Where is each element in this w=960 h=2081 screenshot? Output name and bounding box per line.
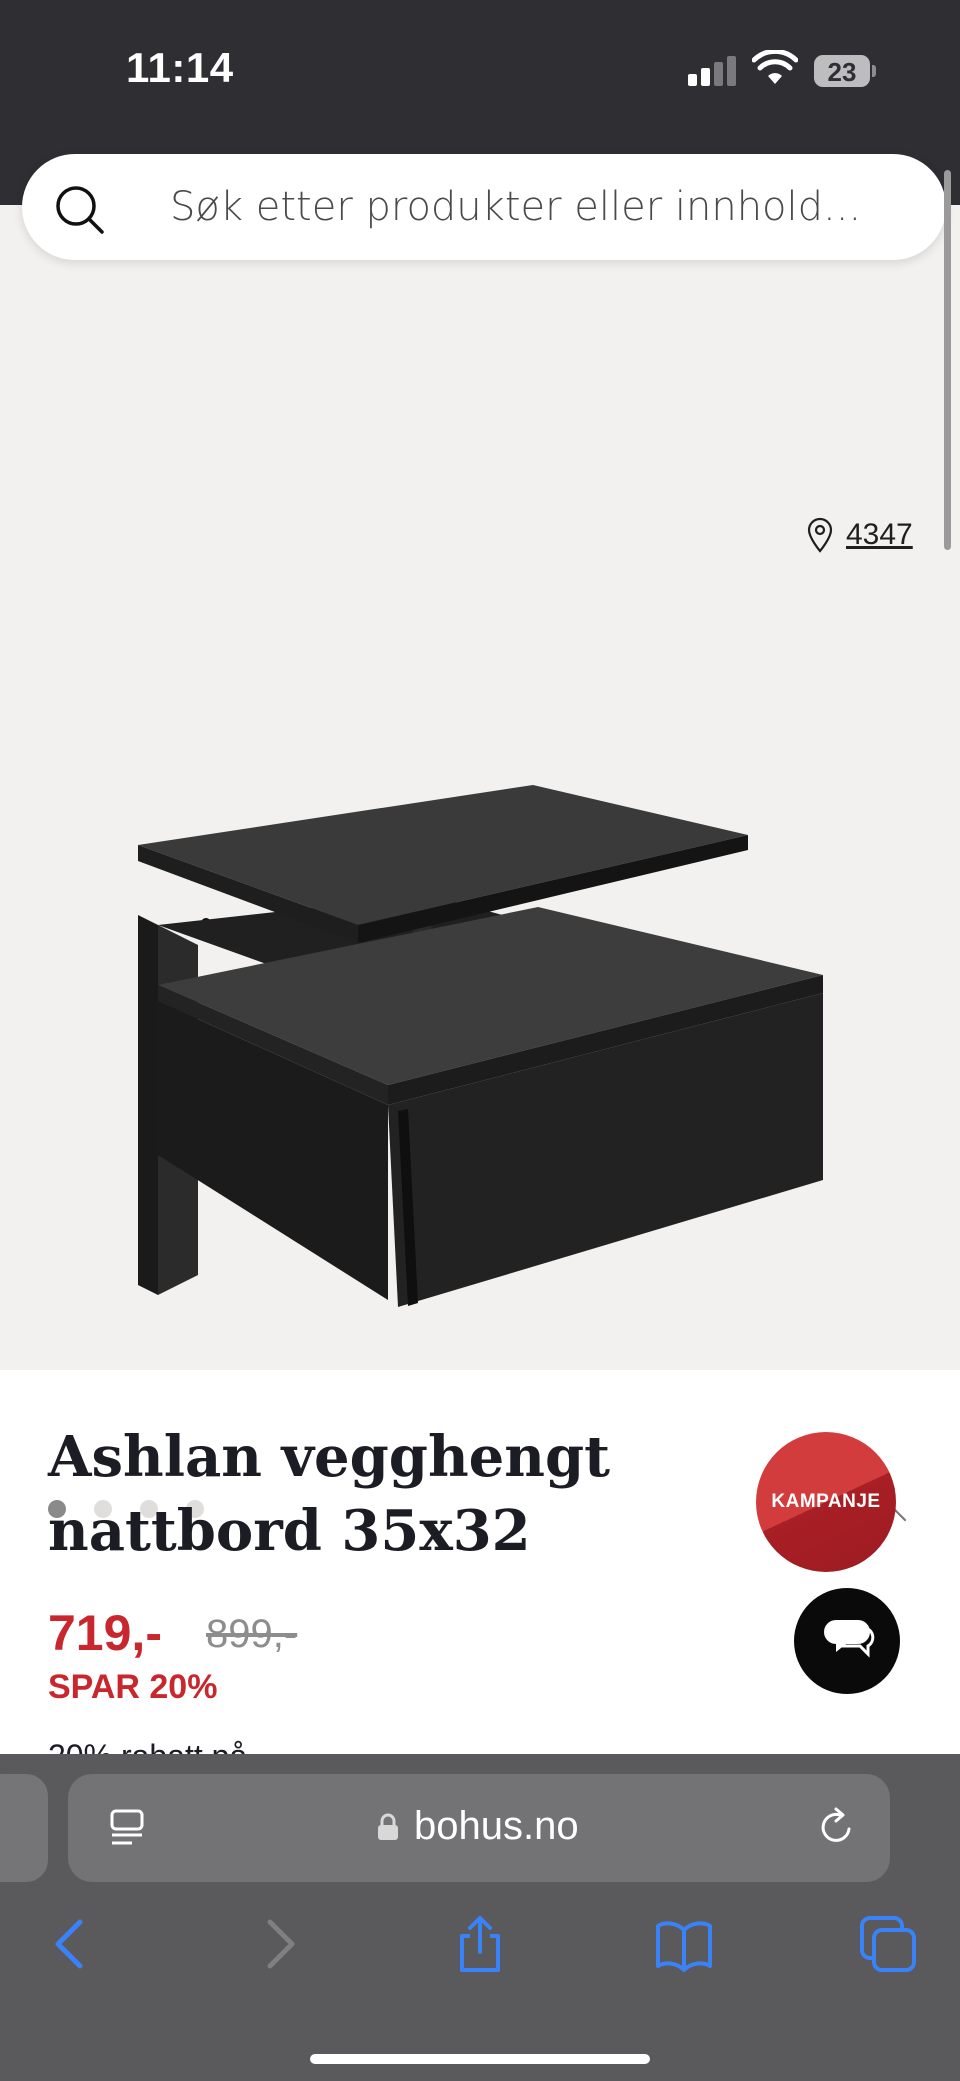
original-price: 899,- [206,1612,298,1656]
tabs-icon[interactable] [858,1914,918,1974]
product-title-line: nattbord 35x32 [48,1498,531,1564]
store-selector[interactable]: 4347 [806,515,913,555]
address-bar[interactable]: bohus.no [68,1774,890,1882]
current-price: 719,- [48,1605,162,1661]
savings-label: SPAR 20% [48,1668,218,1706]
store-code[interactable]: 4347 [846,518,913,552]
product-image [138,785,823,1307]
campaign-badge: KAMPANJE [756,1432,896,1572]
chat-icon [824,1620,875,1658]
back-icon[interactable] [42,1914,102,1974]
discount-text: 20% rabatt på [48,1738,247,1754]
search-bar[interactable]: Søk etter produkter eller innhold... [22,154,946,260]
search-input[interactable]: Søk etter produkter eller innhold... [170,184,861,230]
battery-level: 23 [827,57,857,87]
home-indicator[interactable] [310,2054,650,2064]
product-title: Ashlan vegghengt nattbord 35x32 [48,1420,708,1568]
search-icon [56,186,104,234]
status-time: 11:14 [126,44,234,91]
bookmarks-icon[interactable] [654,1914,714,1974]
share-icon[interactable] [450,1914,510,1974]
cellular-signal-icon [688,56,738,86]
page-scrollbar[interactable] [944,170,951,550]
lock-icon [378,1813,398,1840]
chat-button[interactable] [794,1588,900,1694]
product-gallery[interactable]: 4347 [0,205,960,1522]
browser-toolbar: bohus.no [0,1754,960,2081]
forward-icon[interactable] [248,1914,308,1974]
previous-tab-preview[interactable] [0,1774,48,1882]
campaign-badge-label: KAMPANJE [771,1491,881,1512]
reload-icon[interactable] [816,1806,858,1848]
battery-icon: 23 [814,55,876,87]
product-title-line: Ashlan vegghengt [48,1424,611,1490]
wifi-icon [752,50,798,84]
url-host[interactable]: bohus.no [414,1804,579,1849]
reader-icon[interactable] [108,1808,148,1848]
location-pin-icon [807,517,833,553]
